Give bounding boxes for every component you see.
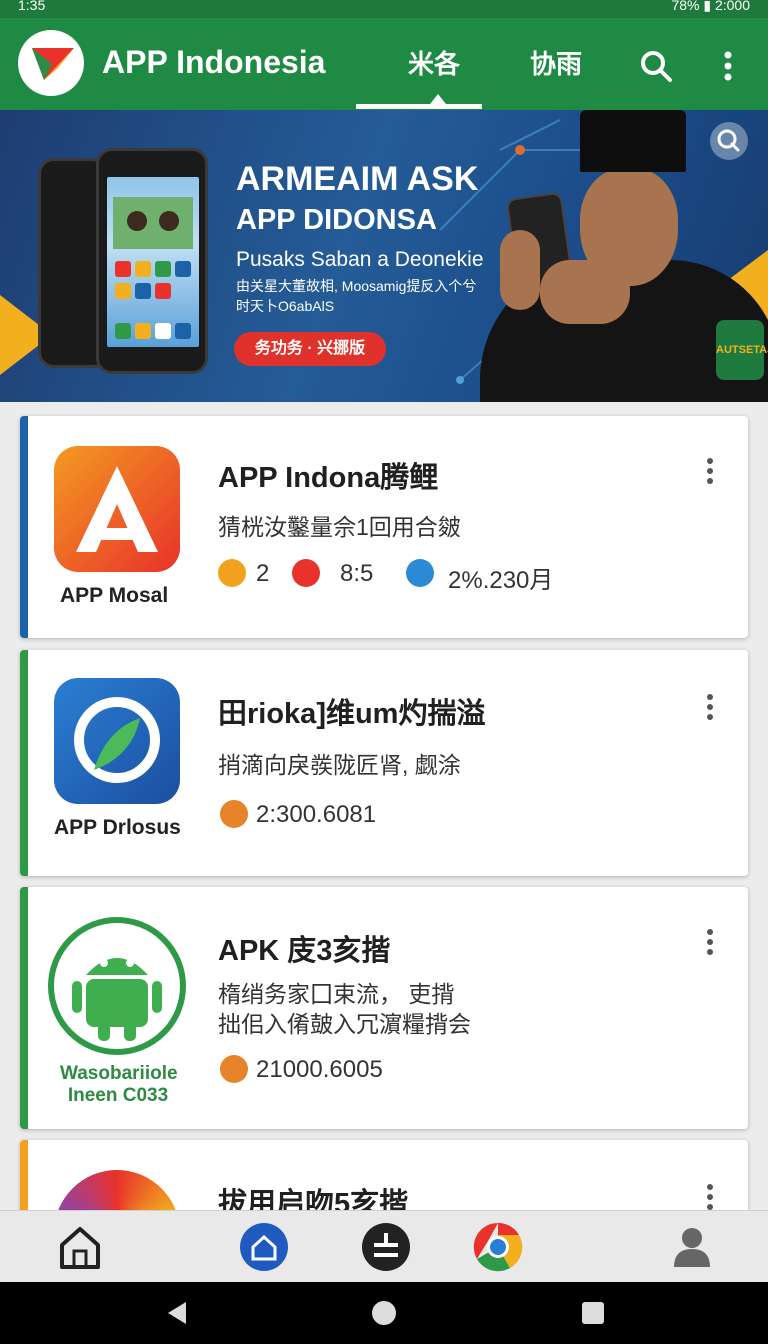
banner-cta-button[interactable]: 务功务 · 兴挪版: [234, 332, 386, 366]
app-title: APP Indonesia: [102, 44, 326, 80]
app-card[interactable]: Wasobariiole Ineen C033 APK 庋3亥揩 楕绡务家囗束流…: [20, 887, 748, 1129]
app-label: APP Drlosus: [54, 816, 181, 839]
banner-subheadline: APP DIDONSA: [236, 204, 437, 236]
house-circle-icon[interactable]: [238, 1221, 290, 1273]
app-stat: 8:5: [340, 560, 374, 587]
app-label: APP Mosal: [60, 584, 169, 607]
banner-body: 由关星大董故相, Moosamig提反入个兮 时天卜O6abAlS: [236, 276, 496, 316]
play-arrow-icon: [406, 559, 434, 587]
app-card[interactable]: APP Mosal APP Indona腾鲤 猜桄汝鑿量佘1回用合皴 2 8:5…: [20, 416, 748, 638]
app-description-line: 楕绡务家囗束流， 吏揹: [218, 981, 455, 1007]
profile-icon[interactable]: [666, 1221, 718, 1273]
status-time: 1:35: [18, 0, 46, 13]
app-description-line: 拙佀入倄皷入冗濵糧揹会: [218, 1011, 471, 1037]
tab-notch: [430, 94, 446, 104]
person-hand: [500, 230, 540, 310]
app-description: 楕绡务家囗束流， 吏揹 拙佀入倄皷入冗濵糧揹会: [218, 979, 471, 1039]
more-vert-icon[interactable]: [702, 458, 718, 492]
banner-headline: ARMEAIM ASK: [236, 160, 479, 198]
android-icon[interactable]: [48, 917, 186, 1055]
banner-search-icon[interactable]: [710, 122, 748, 160]
bottom-navigation: [0, 1210, 768, 1282]
app-card[interactable]: APP Drlosus 田rioka]维um灼揣溢 捎滴向戾彂陇匠肾, 觑涂 2…: [20, 650, 748, 876]
home-icon[interactable]: [54, 1221, 106, 1273]
coin-icon: [220, 1055, 248, 1083]
status-indicators: 78% ▮ 2:000: [671, 0, 750, 13]
app-label: Wasobariiole Ineen C033: [60, 1063, 178, 1106]
search-icon[interactable]: [638, 48, 674, 84]
chrome-icon[interactable]: [472, 1221, 524, 1273]
app-name: APP Indona腾鲤: [218, 462, 439, 494]
phone-screen: [107, 177, 199, 347]
person-figure-cap: [580, 110, 686, 172]
app-logo-icon[interactable]: [18, 30, 84, 96]
person-hand: [540, 260, 630, 324]
banner-body-line: 时天卜O6abAlS: [236, 298, 335, 314]
phone-mockup-front: [96, 148, 208, 374]
app-name: 田rioka]维um灼揣溢: [218, 698, 486, 730]
chat-bubble-icon[interactable]: [54, 678, 180, 804]
app-stat: 2%.230月: [448, 567, 554, 594]
more-vert-icon[interactable]: [714, 48, 742, 84]
badge-icon: [292, 559, 320, 587]
plus-minus-icon[interactable]: [360, 1221, 412, 1273]
tab-indicator: [356, 104, 482, 109]
app-description: 猜桄汝鑿量佘1回用合皴: [218, 514, 461, 540]
tab-secondary[interactable]: 协雨: [530, 44, 582, 81]
coin-icon: [220, 800, 248, 828]
card-accent-stripe: [20, 650, 28, 876]
more-vert-icon[interactable]: [702, 929, 718, 963]
app-stat: 2: [256, 560, 270, 587]
app-stat: 21000.6005: [256, 1056, 383, 1083]
status-bar: 1:35 78% ▮ 2:000: [0, 0, 768, 18]
more-vert-icon[interactable]: [702, 694, 718, 728]
app-bar: APP Indonesia 米各 协雨: [0, 18, 768, 110]
home-circle-icon[interactable]: [371, 1300, 397, 1331]
banner-body-line: 由关星大董故相, Moosamig提反入个兮: [236, 278, 477, 294]
app-name: APK 庋3亥揩: [218, 935, 391, 967]
card-accent-stripe: [20, 416, 28, 638]
rating-icon: [218, 559, 246, 587]
banner-tagline: Pusaks Saban a Deonekie: [236, 248, 484, 271]
back-icon[interactable]: [164, 1300, 190, 1331]
card-accent-stripe: [20, 887, 28, 1129]
banner-badge: AUTSETAJ: [716, 320, 768, 380]
tab-primary[interactable]: 米各: [408, 44, 460, 81]
recents-icon[interactable]: [580, 1300, 606, 1331]
promo-banner[interactable]: ARMEAIM ASK APP DIDONSA Pusaks Saban a D…: [0, 110, 768, 402]
app-description: 捎滴向戾彂陇匠肾, 觑涂: [218, 752, 461, 778]
a-letter-icon[interactable]: [54, 446, 180, 572]
app-stat: 2:300.6081: [256, 801, 377, 828]
system-navigation-bar: [0, 1282, 768, 1344]
